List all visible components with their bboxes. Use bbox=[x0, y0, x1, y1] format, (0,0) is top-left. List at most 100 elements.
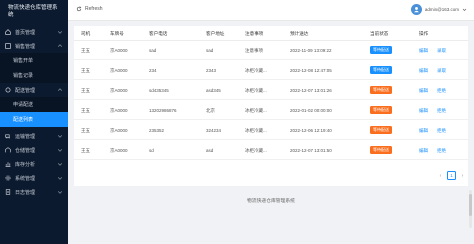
edit-link[interactable]: 编辑 bbox=[419, 128, 428, 134]
sidebar-item-label: 系统管理 bbox=[15, 175, 36, 182]
table-row: 王五 京A0000 13202986876 北京 冰柜冷藏... 2022-01-02 0… bbox=[74, 101, 468, 120]
edit-link[interactable]: 编辑 bbox=[419, 68, 428, 74]
status-badge: 等待配送 bbox=[370, 86, 392, 94]
sidebar-item-label: 首页管理 bbox=[15, 29, 36, 36]
chevron-down-icon bbox=[57, 175, 63, 181]
footer-text: 物流快递仓库管理系统 bbox=[247, 199, 295, 204]
cell-address: 324234 bbox=[206, 128, 222, 133]
cell-driver: 王五 bbox=[81, 128, 90, 133]
cell-note: 冰柜冷藏... bbox=[245, 128, 267, 133]
delivery-icon bbox=[5, 87, 11, 93]
scrollbar-thumb[interactable] bbox=[469, 194, 472, 216]
edit-link[interactable]: 编辑 bbox=[419, 88, 428, 94]
sidebar-item-delivery[interactable]: 配送管理 bbox=[0, 83, 68, 97]
cell-note: 冰柜冷藏... bbox=[245, 88, 267, 93]
chevron-down-icon bbox=[57, 147, 63, 153]
row-action-link[interactable]: 拒绝 bbox=[437, 148, 446, 154]
cell-address: 2343 bbox=[206, 68, 217, 73]
table-row: 王五 京A0000 sd435345 asd345 冰柜冷藏... 2022-12-07 … bbox=[74, 81, 468, 100]
sidebar-item-warehouse[interactable]: 仓储管理 bbox=[0, 143, 68, 157]
chevron-down-icon bbox=[57, 29, 63, 35]
user-icon bbox=[413, 7, 419, 13]
user-email: admin@163.com bbox=[424, 7, 459, 12]
table-header: 司机 车牌号 客户电话 客户地址 注意事项 预计送达 当前状态 操作 bbox=[74, 26, 468, 41]
cell-eta: 2022-12-07 13:01:26 bbox=[290, 88, 332, 93]
cell-address: 北京 bbox=[206, 108, 215, 113]
column-header-note: 注意事项 bbox=[245, 31, 264, 36]
edit-link[interactable]: 编辑 bbox=[419, 108, 428, 114]
top-bar: Refresh admin@163.com bbox=[68, 0, 474, 21]
column-header-phone: 客户电话 bbox=[149, 31, 168, 36]
table-row: 王五 京A0000 sad sad 注意事项 2022-11-09 13:09:22 等待配… bbox=[74, 41, 468, 60]
sidebar-subitem-label: 配送列表 bbox=[13, 117, 34, 123]
sidebar-item-home[interactable]: 首页管理 bbox=[0, 25, 68, 39]
scrollbar[interactable] bbox=[469, 190, 472, 228]
cell-address: asd bbox=[206, 148, 214, 153]
refresh-button[interactable]: Refresh bbox=[76, 6, 103, 12]
edit-link[interactable]: 编辑 bbox=[419, 148, 428, 154]
chevron-down-icon bbox=[57, 133, 63, 139]
chart-icon bbox=[5, 161, 11, 167]
sidebar-item-system[interactable]: 系统管理 bbox=[0, 171, 68, 185]
table-row: 王五 京A0000 234 2343 冰柜冷藏... 2022-12-08 12:47:0… bbox=[74, 61, 468, 80]
cell-note: 注意事项 bbox=[245, 48, 263, 53]
cell-note: 冰柜冷藏... bbox=[245, 148, 267, 153]
column-header-actions: 操作 bbox=[419, 31, 429, 36]
app-title-line1: 物流快递仓库管理系 bbox=[8, 5, 58, 11]
cell-plate: 京A0000 bbox=[110, 148, 128, 153]
cell-phone: sd bbox=[149, 148, 154, 153]
sidebar-item-label: 库存分析 bbox=[15, 161, 36, 168]
row-action-link[interactable]: 拒绝 bbox=[437, 108, 446, 114]
prev-page-button[interactable]: ‹ bbox=[436, 171, 445, 180]
cell-plate: 京A0000 bbox=[110, 68, 128, 73]
sidebar-item-label: 配送管理 bbox=[15, 87, 36, 94]
row-action-link[interactable]: 拒绝 bbox=[437, 128, 446, 134]
home-icon bbox=[5, 29, 11, 35]
status-badge: 等待配送 bbox=[370, 106, 392, 114]
chevron-up-icon bbox=[57, 87, 63, 93]
next-page-button[interactable]: › bbox=[458, 171, 467, 180]
column-header-address: 客户地址 bbox=[206, 31, 225, 36]
sidebar: 物流快递仓库管理系 统 首页管理 销售管理 销售开单 销售记录 配送管理 申请配… bbox=[0, 0, 68, 244]
cell-eta: 2022-12-07 13:01:50 bbox=[290, 148, 332, 153]
sidebar-item-inventory-analysis[interactable]: 库存分析 bbox=[0, 157, 68, 171]
sidebar-subitem-apply-delivery[interactable]: 申请配送 bbox=[0, 97, 68, 112]
status-badge: 等待配送 bbox=[370, 46, 392, 54]
cell-note: 冰柜冷藏... bbox=[245, 108, 267, 113]
warehouse-icon bbox=[5, 147, 11, 153]
row-action-link[interactable]: 录取 bbox=[437, 48, 446, 54]
sidebar-subitem-delivery-list[interactable]: 配送列表 bbox=[0, 112, 68, 127]
sidebar-item-transport[interactable]: 运输管理 bbox=[0, 129, 68, 143]
cell-eta: 2022-12-08 12:47:05 bbox=[290, 68, 332, 73]
sidebar-subitem-sales-order[interactable]: 销售开单 bbox=[0, 53, 68, 68]
edit-link[interactable]: 编辑 bbox=[419, 48, 428, 54]
sidebar-subitem-sales-records[interactable]: 销售记录 bbox=[0, 68, 68, 83]
app-title-line2: 统 bbox=[8, 12, 14, 18]
sidebar-item-sales[interactable]: 销售管理 bbox=[0, 39, 68, 53]
refresh-label: Refresh bbox=[85, 6, 103, 12]
user-menu[interactable]: admin@163.com bbox=[410, 4, 467, 15]
cell-note: 冰柜冷藏... bbox=[245, 68, 267, 73]
column-header-driver: 司机 bbox=[81, 31, 91, 36]
cell-phone: 234 bbox=[149, 68, 157, 73]
delivery-list-card: 司机 车牌号 客户电话 客户地址 注意事项 预计送达 当前状态 操作 王五京A0… bbox=[74, 26, 468, 186]
sidebar-item-logs[interactable]: 日志管理 bbox=[0, 185, 68, 199]
cell-address: asd345 bbox=[206, 88, 221, 93]
chevron-down-icon bbox=[57, 189, 63, 195]
page-number-button[interactable]: 1 bbox=[447, 171, 456, 180]
chevron-down-icon bbox=[462, 8, 467, 11]
cell-eta: 2022-11-09 13:09:22 bbox=[290, 48, 332, 53]
pagination: ‹ 1 › bbox=[436, 171, 467, 180]
sidebar-subitem-label: 销售记录 bbox=[13, 73, 34, 79]
truck-icon bbox=[5, 133, 11, 139]
row-action-link[interactable]: 录取 bbox=[437, 68, 446, 74]
status-badge: 等待配送 bbox=[370, 126, 392, 134]
column-header-status: 当前状态 bbox=[370, 31, 389, 36]
sidebar-item-label: 仓储管理 bbox=[15, 147, 36, 154]
cell-driver: 王五 bbox=[81, 148, 90, 153]
cell-address: sad bbox=[206, 48, 214, 53]
cell-driver: 王五 bbox=[81, 68, 90, 73]
row-action-link[interactable]: 拒绝 bbox=[437, 88, 446, 94]
cell-eta: 2022-12-06 12:19:40 bbox=[290, 128, 332, 133]
settings-icon bbox=[5, 175, 11, 181]
